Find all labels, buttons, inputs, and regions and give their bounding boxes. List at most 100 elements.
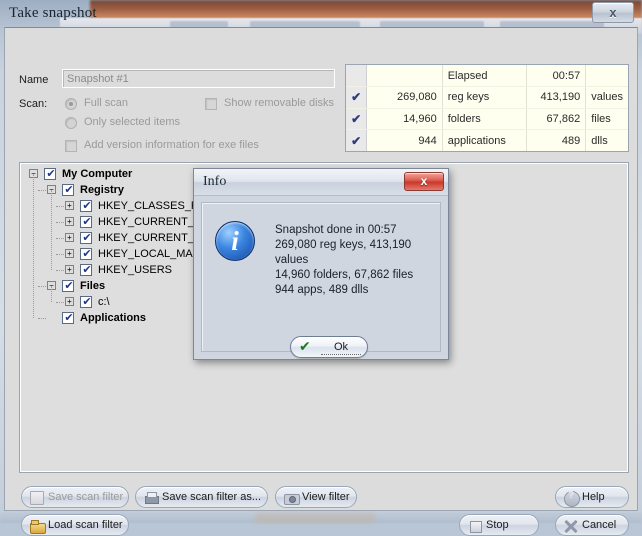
expand-icon[interactable]: +	[65, 217, 74, 226]
stats-cell: 269,080	[366, 86, 443, 109]
save-scan-filter-as-button[interactable]: Save scan filter as...	[135, 486, 268, 508]
tree-item-checkbox[interactable]	[62, 311, 75, 324]
window-titlebar: Take snapshot x	[0, 0, 642, 28]
radio-button-icon	[65, 98, 77, 110]
stats-row: ✔ 944 applications 489 dlls	[346, 129, 628, 151]
stats-check-icon: ✔	[346, 108, 368, 130]
tree-item-checkbox[interactable]	[62, 183, 75, 196]
checkbox-icon	[205, 98, 217, 110]
stats-cell: values	[585, 86, 628, 109]
help-label: Help	[582, 491, 605, 503]
view-filter-icon	[284, 491, 300, 505]
info-dialog-titlebar: Info x	[194, 169, 448, 196]
expand-icon[interactable]: +	[65, 265, 74, 274]
load-scan-filter-button[interactable]: Load scan filter	[21, 514, 129, 536]
tree-item-label: Applications	[80, 312, 147, 324]
tree-item-checkbox[interactable]	[44, 167, 57, 180]
check-icon: ✔	[299, 339, 311, 355]
tree-item-checkbox[interactable]	[80, 199, 93, 212]
save-scan-filter-button[interactable]: Save scan filter	[21, 486, 129, 508]
checkbox-show-removable-label: Show removable disks	[224, 97, 335, 109]
window-close-button[interactable]: x	[592, 2, 634, 23]
tree-item-checkbox[interactable]	[80, 215, 93, 228]
stop-label: Stop	[486, 519, 509, 531]
page-title: Take snapshot	[9, 5, 97, 21]
stats-table: Elapsed 00:57 ✔ 269,080 reg keys 413,190 value…	[346, 65, 628, 151]
tree-item-checkbox[interactable]	[80, 247, 93, 260]
stats-check-icon: ✔	[346, 86, 368, 109]
expand-icon[interactable]: +	[65, 249, 74, 258]
info-dialog: Info x Snapshot done in 00:57 269,080 reg…	[193, 168, 449, 360]
floppy-icon	[30, 491, 44, 505]
tree-guide	[51, 286, 52, 302]
tree-item-label: Registry	[80, 184, 125, 196]
tree-item-checkbox[interactable]	[80, 231, 93, 244]
stats-cell: 489	[526, 129, 587, 151]
tree-guide	[33, 174, 34, 318]
tree-guide	[51, 190, 52, 270]
checkbox-icon	[65, 140, 77, 152]
stats-cell	[585, 65, 628, 87]
info-message-line: 269,080 reg keys, 413,190 values	[275, 239, 412, 266]
radio-full-scan-label: Full scan	[84, 97, 129, 109]
tree-item-label: HKEY_USERS	[98, 264, 172, 276]
folder-open-icon	[30, 519, 46, 534]
help-button[interactable]: Help	[555, 486, 629, 508]
stats-cell: 944	[366, 129, 443, 151]
tree-item-checkbox[interactable]	[80, 295, 93, 308]
info-dialog-body: Snapshot done in 00:57 269,080 reg keys, …	[201, 202, 441, 358]
stats-check-icon: ✔	[346, 129, 368, 151]
stats-row: Elapsed 00:57	[346, 65, 628, 87]
help-icon	[564, 490, 580, 507]
info-dialog-title: Info	[203, 174, 227, 189]
view-filter-button[interactable]: View filter	[275, 486, 357, 508]
ok-button[interactable]: ✔ Ok	[290, 336, 368, 358]
info-icon	[215, 221, 255, 261]
stats-row: ✔ 269,080 reg keys 413,190 values	[346, 86, 628, 109]
info-dialog-message: Snapshot done in 00:57 269,080 reg keys, …	[275, 223, 432, 298]
info-message-line: 944 apps, 489 dlls	[275, 284, 369, 296]
stats-cell	[366, 65, 443, 87]
cancel-button[interactable]: Cancel	[555, 514, 629, 536]
scan-statistics-table: Elapsed 00:57 ✔ 269,080 reg keys 413,190 value…	[345, 64, 629, 152]
stats-cell: Elapsed	[442, 65, 528, 87]
scan-label: Scan:	[19, 98, 48, 110]
checkbox-add-version-label: Add version information for exe files	[84, 139, 259, 151]
expand-icon[interactable]: +	[65, 201, 74, 210]
info-message-line: 14,960 folders, 67,862 files	[275, 269, 414, 281]
tree-item-checkbox[interactable]	[80, 263, 93, 276]
tree-item-label: Files	[80, 280, 106, 292]
stats-cell: files	[585, 108, 628, 130]
load-scan-filter-label: Load scan filter	[48, 519, 123, 531]
tree-guide	[38, 318, 46, 319]
tree-guide	[38, 190, 46, 191]
stop-button[interactable]: Stop	[459, 514, 539, 536]
tree-item-label: My Computer	[62, 168, 133, 180]
tree-item-checkbox[interactable]	[62, 279, 75, 292]
name-label: Name	[19, 74, 49, 86]
tree-guide	[56, 254, 64, 255]
radio-button-icon	[65, 117, 77, 129]
snapshot-name-input[interactable]	[62, 69, 335, 88]
close-icon: x	[420, 174, 428, 188]
tree-item-label: c:\	[98, 296, 110, 308]
info-dialog-close-button[interactable]: x	[404, 172, 444, 191]
save-as-icon	[144, 491, 159, 505]
stats-cell: reg keys	[442, 86, 528, 109]
tree-guide	[56, 302, 64, 303]
stats-cell: applications	[442, 129, 528, 151]
view-filter-label: View filter	[302, 491, 350, 503]
save-scan-filter-label: Save scan filter	[48, 491, 124, 503]
cancel-label: Cancel	[582, 519, 617, 531]
save-scan-filter-as-label: Save scan filter as...	[162, 491, 262, 503]
info-message-line: Snapshot done in 00:57	[275, 224, 397, 236]
tree-guide	[56, 222, 64, 223]
cancel-x-icon	[564, 519, 578, 533]
expand-icon[interactable]: +	[65, 233, 74, 242]
tree-guide	[56, 270, 64, 271]
stats-cell: 413,190	[526, 86, 587, 109]
ok-button-label: Ok	[321, 341, 361, 355]
stats-cell: 00:57	[526, 65, 587, 87]
stats-check-icon	[346, 65, 368, 87]
expand-icon[interactable]: +	[65, 297, 74, 306]
